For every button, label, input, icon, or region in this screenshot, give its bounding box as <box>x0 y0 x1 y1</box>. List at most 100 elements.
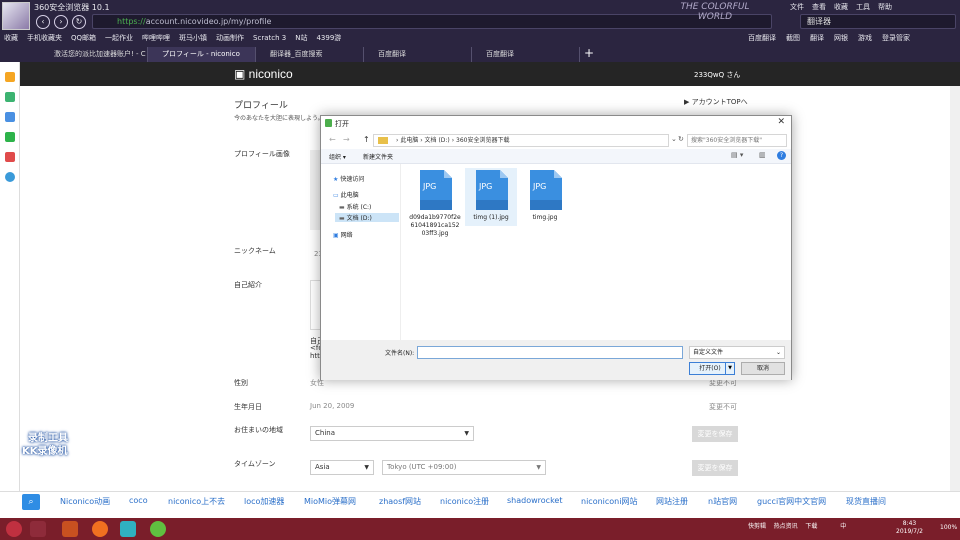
residence-select[interactable]: China ▼ <box>310 426 474 441</box>
bookmark-r1[interactable]: 截图 <box>786 34 800 42</box>
tree-drive-d[interactable]: ▬ 文档 (D:) <box>335 213 399 222</box>
new-tab-button[interactable]: + <box>584 46 594 60</box>
filetype-select[interactable]: 自定义文件 ⌄ <box>689 346 785 359</box>
tab-3[interactable]: 百度翻译 <box>364 47 472 62</box>
page-scrollbar[interactable] <box>950 86 960 491</box>
bookmark-4[interactable]: 哔哩哔哩 <box>142 34 170 42</box>
app-icon[interactable] <box>120 521 136 537</box>
filename-input[interactable] <box>417 346 683 359</box>
account-top-link[interactable]: ▶ アカウントTOPへ <box>684 97 748 107</box>
window-icon[interactable] <box>30 521 46 537</box>
bookmark-6[interactable]: 动画制作 <box>216 34 244 42</box>
start-icon[interactable] <box>6 521 22 537</box>
forward-icon[interactable]: → <box>343 135 350 144</box>
suggest-link[interactable]: 现货直播间 <box>846 496 886 507</box>
tray-item[interactable]: 下载 <box>805 523 817 530</box>
tree-this-pc[interactable]: ▭ 此电脑 <box>333 190 359 199</box>
crumb-pc[interactable]: 此电脑 <box>400 137 418 144</box>
crumb-drive[interactable]: 文档 (D:) <box>425 137 450 144</box>
menu-file[interactable]: 文件 <box>790 3 804 11</box>
menu-favorites[interactable]: 收藏 <box>834 3 848 11</box>
bookmark-2[interactable]: QQ邮箱 <box>71 34 96 42</box>
address-bar[interactable]: https://account.nicovideo.jp/my/profile <box>92 14 772 29</box>
menu-view[interactable]: 查看 <box>812 3 826 11</box>
crumb-folder[interactable]: 360安全浏览器下载 <box>456 137 509 144</box>
bookmark-r0[interactable]: 百度翻译 <box>748 34 776 42</box>
suggest-link[interactable]: shadowrocket <box>507 496 562 505</box>
close-icon[interactable]: ✕ <box>777 117 785 127</box>
refresh-icon[interactable]: ↻ <box>72 15 86 29</box>
star-icon[interactable] <box>5 72 15 82</box>
view-icon[interactable]: ▤ ▾ <box>731 151 743 159</box>
tree-quick-access[interactable]: ★ 快速访问 <box>333 174 364 183</box>
cancel-button[interactable]: 取消 <box>741 362 785 375</box>
suggest-link[interactable]: MioMio弹幕网 <box>304 496 356 507</box>
tab-0[interactable]: 激活您的派比加速器账户! - C <box>40 47 148 62</box>
bookmark-r5[interactable]: 登录管家 <box>882 34 910 42</box>
tab-2[interactable]: 翻译器_百度搜索 <box>256 47 364 62</box>
bag-icon[interactable] <box>5 152 15 162</box>
suggest-link[interactable]: Niconico动画 <box>60 496 110 507</box>
new-folder-button[interactable]: 新建文件夹 <box>363 152 393 161</box>
dialog-search-input[interactable]: 搜索"360安全浏览器下载" <box>687 134 787 147</box>
clock[interactable]: 8:43 2019/7/2 <box>896 520 923 536</box>
file-item[interactable]: JPG timg.jpg <box>519 168 571 222</box>
tree-drive-c[interactable]: ▬ 系统 (C:) <box>339 202 371 211</box>
tz-city-select[interactable]: Tokyo (UTC +09:00) ▼ <box>382 460 546 475</box>
back-icon[interactable]: ‹ <box>36 15 50 29</box>
tab-1[interactable]: プロフィール - niconico <box>148 47 256 62</box>
bookmark-5[interactable]: 斑马小镇 <box>179 34 207 42</box>
app-icon[interactable] <box>62 521 78 537</box>
bookmark-r4[interactable]: 游戏 <box>858 34 872 42</box>
path-breadcrumb[interactable]: › 此电脑 › 文档 (D:) › 360安全浏览器下载 <box>373 134 669 147</box>
search-icon[interactable]: ⌕ <box>22 494 40 510</box>
chat-icon[interactable] <box>5 132 15 142</box>
open-dropdown-icon[interactable]: ▼ <box>725 362 735 375</box>
suggest-link[interactable]: coco <box>129 496 148 505</box>
organize-button[interactable]: 组织 ▾ <box>329 152 346 161</box>
browser-search-input[interactable]: 翻译器 <box>800 14 956 29</box>
suggest-link[interactable]: niconiconi网站 <box>581 496 637 507</box>
up-icon[interactable]: ↑ <box>363 135 370 144</box>
app-icon[interactable] <box>5 92 15 102</box>
suggest-link[interactable]: niconico注册 <box>440 496 489 507</box>
tz-region-select[interactable]: Asia ▼ <box>310 460 374 475</box>
user-avatar[interactable] <box>2 2 30 30</box>
doc-icon[interactable] <box>5 112 15 122</box>
bookmark-0[interactable]: 收藏 <box>4 34 18 42</box>
file-item[interactable]: JPG timg (1).jpg <box>465 168 517 226</box>
tray-item[interactable]: 热点资讯 <box>774 523 798 530</box>
bookmark-3[interactable]: 一起作业 <box>105 34 133 42</box>
suggest-link[interactable]: niconico上不去 <box>168 496 225 507</box>
tab-4[interactable]: 百度翻译 <box>472 47 580 62</box>
file-item[interactable]: JPG d09da1b9770f2e61041891ca15203ff3.jpg <box>409 168 461 238</box>
bookmark-8[interactable]: N站 <box>295 34 307 42</box>
bookmark-1[interactable]: 手机收藏夹 <box>27 34 62 42</box>
suggest-link[interactable]: n站官网 <box>708 496 737 507</box>
user-name[interactable]: 233QwQ さん <box>694 70 740 80</box>
path-dropdown-icon[interactable]: ⌄ <box>671 135 677 143</box>
bookmark-7[interactable]: Scratch 3 <box>253 34 286 42</box>
refresh-icon[interactable]: ↻ <box>678 135 684 143</box>
app-icon[interactable] <box>92 521 108 537</box>
niconico-logo[interactable]: ▣ niconico <box>234 67 293 81</box>
tray-item[interactable]: 快剪辑 <box>748 523 766 530</box>
help-icon[interactable]: ? <box>777 151 786 160</box>
suggest-link[interactable]: gucci官网中文官网 <box>757 496 826 507</box>
bookmark-r2[interactable]: 翻译 <box>810 34 824 42</box>
suggest-link[interactable]: loco加速器 <box>244 496 284 507</box>
forward-icon[interactable]: › <box>54 15 68 29</box>
pane-icon[interactable]: ▥ <box>759 151 766 159</box>
bookmark-r3[interactable]: 网银 <box>834 34 848 42</box>
back-icon[interactable]: ← <box>329 135 336 144</box>
suggest-link[interactable]: zhaosf网站 <box>379 496 421 507</box>
menu-tools[interactable]: 工具 <box>856 3 870 11</box>
tree-network[interactable]: ▣ 网络 <box>333 230 353 239</box>
browser-icon[interactable] <box>150 521 166 537</box>
bookmark-9[interactable]: 4399游 <box>316 34 341 42</box>
suggest-link[interactable]: 网站注册 <box>656 496 688 507</box>
save-timezone-button[interactable]: 変更を保存 <box>692 460 738 476</box>
tray-item[interactable]: 中 <box>840 523 846 530</box>
menu-help[interactable]: 帮助 <box>878 3 892 11</box>
browser-icon[interactable] <box>5 172 15 182</box>
